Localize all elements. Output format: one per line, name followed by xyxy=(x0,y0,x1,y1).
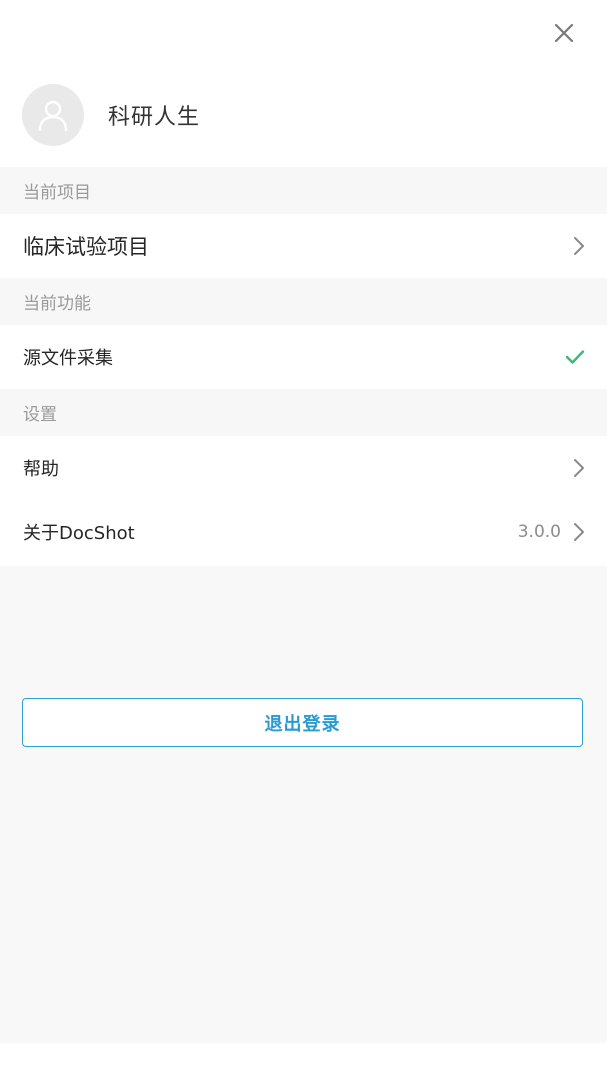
about-right: 3.0.0 xyxy=(518,522,585,542)
chevron-right-icon xyxy=(574,459,584,477)
footer-area: 退出登录 xyxy=(0,566,607,1043)
section-header-current-function: 当前功能 xyxy=(0,278,607,325)
about-row[interactable]: 关于DocShot 3.0.0 xyxy=(0,500,607,564)
username: 科研人生 xyxy=(108,105,201,130)
profile-header: 科研人生 xyxy=(0,0,607,167)
check-icon xyxy=(565,350,585,364)
current-project-row[interactable]: 临床试验项目 xyxy=(0,214,607,278)
help-row[interactable]: 帮助 xyxy=(0,436,607,500)
close-icon xyxy=(554,23,574,43)
close-button[interactable] xyxy=(551,20,577,46)
user-avatar-icon xyxy=(38,100,68,132)
bottom-safe-area xyxy=(0,1043,607,1080)
current-project-label: 临床试验项目 xyxy=(23,235,149,259)
user-profile[interactable]: 科研人生 xyxy=(22,84,200,146)
avatar[interactable] xyxy=(22,84,84,146)
section-header-settings: 设置 xyxy=(0,389,607,436)
version-text: 3.0.0 xyxy=(517,522,561,542)
chevron-right-icon xyxy=(574,237,584,255)
section-header-current-project: 当前项目 xyxy=(0,167,607,214)
logout-button[interactable]: 退出登录 xyxy=(22,698,583,747)
current-function-label: 源文件采集 xyxy=(23,348,113,369)
side-menu-screen: 科研人生 当前项目 临床试验项目 当前功能 源文件采集 设置 帮助 关于DocS… xyxy=(0,0,607,1080)
about-label: 关于DocShot xyxy=(23,523,135,544)
help-label: 帮助 xyxy=(23,459,59,480)
chevron-right-icon xyxy=(574,523,584,541)
current-function-row[interactable]: 源文件采集 xyxy=(0,325,607,389)
